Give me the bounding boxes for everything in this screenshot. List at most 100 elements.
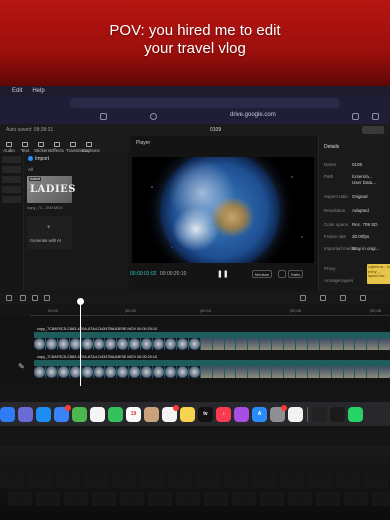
keyboard-key xyxy=(176,492,200,506)
dock-terminal-icon[interactable] xyxy=(330,406,345,422)
undo-icon[interactable] xyxy=(20,295,26,301)
keyboard-key xyxy=(56,474,80,488)
sidebar-item[interactable] xyxy=(2,176,21,183)
tab-text[interactable]: Text xyxy=(18,142,32,153)
filter-all[interactable]: All xyxy=(28,167,33,172)
dock-icon-glyph: ♪ xyxy=(222,410,225,417)
ruler-tick: 00:00 xyxy=(48,308,59,313)
dock-screen-recorder-icon[interactable] xyxy=(312,406,327,422)
select-tool-icon[interactable] xyxy=(6,295,12,301)
import-icon xyxy=(28,156,33,162)
dock-podcasts-icon[interactable] xyxy=(234,406,249,422)
dock-icon-glyph xyxy=(0,407,15,422)
dock-tv-icon[interactable]: tv xyxy=(198,406,213,422)
zoom-in-icon[interactable] xyxy=(360,295,366,301)
keyboard-key xyxy=(0,474,24,488)
dock-notes-icon[interactable] xyxy=(180,406,195,422)
current-time: 00:00:01:02 xyxy=(130,271,157,277)
dock-icon-glyph xyxy=(144,407,159,422)
privacy-icon[interactable] xyxy=(150,113,157,120)
zoom-out-icon[interactable] xyxy=(340,295,346,301)
dock-finder-icon[interactable] xyxy=(0,406,15,422)
dock-launchpad-icon[interactable] xyxy=(18,406,33,422)
dock-app-store-icon[interactable]: A xyxy=(252,406,267,422)
tab-stickers[interactable]: Stickers xyxy=(34,142,50,153)
sidebar-icon[interactable] xyxy=(100,113,107,120)
keyboard-key xyxy=(140,474,164,488)
tab-transitions[interactable]: Transitions xyxy=(66,142,88,153)
timeline-ruler[interactable]: 00:00 |00:02 |00:04 |00:06 |00:08 xyxy=(30,308,390,316)
sidebar-item[interactable] xyxy=(2,166,21,173)
keyboard-key xyxy=(36,492,60,506)
dock-whatsapp-icon[interactable] xyxy=(348,406,363,422)
dock-settings-icon[interactable] xyxy=(270,404,287,422)
keyboard-key xyxy=(224,474,248,488)
keyboard-key xyxy=(336,474,360,488)
dock-calendar-icon[interactable]: 19 xyxy=(126,406,141,422)
details-header: Details xyxy=(324,144,340,150)
ruler-tick: |00:04 xyxy=(200,308,212,313)
dock-safari-icon[interactable] xyxy=(36,406,51,422)
dock-photos-icon[interactable] xyxy=(90,406,105,422)
timeline-toolbar xyxy=(0,292,390,304)
player-panel: Player 00:00:01:02 00:00:20:10 ❚❚ Medium… xyxy=(130,136,316,291)
added-badge: Added xyxy=(29,177,42,181)
media-thumbnail[interactable]: Added LADIES xyxy=(27,176,75,203)
keyboard-key xyxy=(260,492,284,506)
pause-icon[interactable]: ❚❚ xyxy=(217,270,229,278)
tabs-icon[interactable] xyxy=(372,113,379,120)
dock-mail-icon[interactable] xyxy=(54,404,71,422)
keyboard-key xyxy=(168,474,192,488)
caption-line-2: your travel vlog xyxy=(144,40,246,57)
dock-capcut-icon[interactable] xyxy=(288,406,303,422)
keyboard xyxy=(0,470,390,520)
layers-tooltip: Layers ca... in every ... layout Dra... xyxy=(367,264,390,284)
ratio-dropdown[interactable]: Ratio xyxy=(288,270,304,278)
dock-music-icon[interactable]: ♪ xyxy=(216,406,231,422)
dock-icon-glyph: tv xyxy=(203,410,208,417)
keyboard-key xyxy=(148,492,172,506)
tab-audio[interactable]: Audio xyxy=(2,142,16,153)
dock-icon-glyph xyxy=(90,407,105,422)
export-button[interactable] xyxy=(362,126,384,134)
keyboard-key xyxy=(316,492,340,506)
video-track-2[interactable] xyxy=(34,360,390,378)
fit-icon[interactable] xyxy=(278,270,286,278)
tab-effects[interactable]: Effects xyxy=(50,142,64,153)
dock-icon-glyph xyxy=(18,407,33,422)
browser-tab[interactable] xyxy=(70,98,340,108)
video-preview[interactable] xyxy=(132,157,314,263)
magnet-icon[interactable] xyxy=(300,295,306,301)
keyboard-key xyxy=(372,492,390,506)
dock-maps-icon[interactable] xyxy=(72,406,87,422)
dock-icon-glyph: 19 xyxy=(130,410,137,417)
autosave-status: Auto saved: 08:38:31 xyxy=(6,127,54,133)
generate-with-ai-button[interactable]: + Generate with AI xyxy=(27,216,72,249)
menu-help[interactable]: Help xyxy=(30,88,44,94)
earth-image xyxy=(160,157,280,263)
audio-icon xyxy=(6,142,12,147)
thumbnail-filename: copy_7C...000.MOV xyxy=(27,205,64,210)
dock-contacts-icon[interactable] xyxy=(144,406,159,422)
sidebar-item[interactable] xyxy=(2,156,21,163)
split-icon[interactable] xyxy=(44,295,50,301)
keyboard-key xyxy=(308,474,332,488)
quality-dropdown[interactable]: Medium xyxy=(252,270,273,278)
tab-captions[interactable]: Captions xyxy=(82,142,100,153)
link-icon[interactable] xyxy=(320,295,326,301)
dock-facetime-icon[interactable] xyxy=(108,406,123,422)
video-track-1[interactable] xyxy=(34,332,390,350)
share-icon[interactable] xyxy=(352,113,359,120)
sidebar-item[interactable] xyxy=(2,186,21,193)
pencil-icon[interactable]: ✎ xyxy=(18,362,25,371)
menu-edit[interactable]: Edit xyxy=(10,88,22,94)
dock-reminders-icon[interactable] xyxy=(162,404,179,422)
import-button[interactable]: Import xyxy=(28,156,49,162)
sidebar-item[interactable] xyxy=(2,196,21,203)
playhead[interactable] xyxy=(80,302,81,386)
effects-icon xyxy=(54,142,60,147)
redo-icon[interactable] xyxy=(32,295,38,301)
address-bar[interactable]: drive.google.com xyxy=(230,112,276,118)
keyboard-key xyxy=(84,474,108,488)
keyboard-key xyxy=(280,474,304,488)
